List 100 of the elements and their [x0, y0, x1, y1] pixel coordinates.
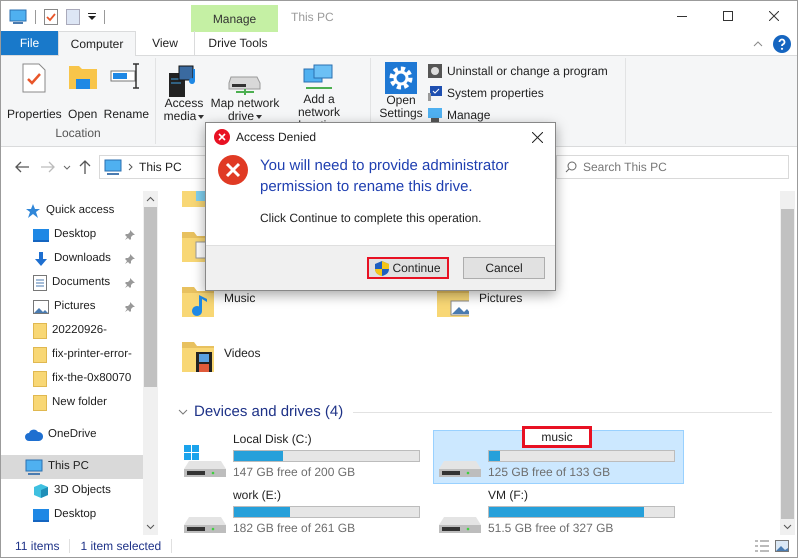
pin-icon [125, 230, 135, 240]
drive-icon [438, 516, 482, 532]
chevron-right-icon [128, 163, 133, 171]
back-arrow-icon[interactable] [15, 161, 29, 173]
free-space: 147 GB free of 200 GB [233, 464, 356, 480]
chevron-down-icon[interactable] [63, 164, 71, 170]
ribbon-tab[interactable]: Computer [58, 31, 136, 56]
folder-icon [33, 371, 47, 387]
ribbon-button[interactable]: Open Settings [379, 62, 423, 124]
nav-item[interactable]: Quick access [1, 199, 143, 223]
error-icon [218, 155, 248, 185]
ribbon-button[interactable]: Open [66, 63, 99, 123]
nav-item[interactable]: 3D Objects [1, 479, 143, 503]
pin-icon [125, 302, 135, 312]
cube-icon [33, 483, 49, 499]
windows-drive-icon [183, 444, 227, 476]
drive-name: Local Disk (C:) [233, 430, 313, 448]
computer-icon [9, 8, 27, 24]
scrollbar[interactable] [780, 191, 795, 535]
nav-item[interactable]: Documents [1, 271, 143, 295]
nav-item[interactable]: Pictures [1, 295, 143, 319]
help-icon[interactable] [773, 34, 791, 52]
drive-tile[interactable]: work (E:) 182 GB free of 261 GB [178, 486, 429, 535]
free-space: 125 GB free of 133 GB [488, 464, 612, 480]
star-icon [25, 203, 41, 219]
computer-manage-icon [427, 107, 443, 123]
search-field[interactable]: Search This PC [556, 155, 789, 179]
checkmark-page-icon[interactable] [44, 8, 58, 24]
ribbon-button[interactable]: Uninstall or change a program [427, 62, 608, 80]
drive-tile[interactable]: VM (F:) 51.5 GB free of 327 GB [433, 486, 684, 535]
caret-icon [198, 114, 204, 119]
folder-name[interactable]: Music [224, 287, 256, 307]
drive-icon [438, 460, 482, 476]
collapse-ribbon-icon[interactable] [753, 40, 763, 46]
document-icon [33, 275, 47, 291]
down-arrow-icon [33, 251, 49, 267]
checkmark-page-icon [20, 63, 48, 93]
ribbon-button[interactable]: Manage [427, 106, 608, 124]
dialog-message: Click Continue to complete this operation. [260, 210, 482, 227]
context-tab-header: Manage [191, 5, 278, 32]
scroll-up-icon[interactable] [146, 196, 155, 202]
pin-icon [125, 254, 135, 264]
folder-icon [33, 347, 47, 363]
folder-name[interactable]: Videos [224, 342, 260, 362]
free-space: 182 GB free of 261 GB [233, 520, 356, 535]
ribbon-button[interactable]: Access media [162, 63, 206, 125]
scroll-down-icon[interactable] [783, 524, 792, 530]
close-icon [532, 132, 542, 142]
window-title: This PC [291, 8, 334, 26]
folder-icon [182, 342, 214, 372]
group-label: Location [54, 125, 102, 142]
nav-item[interactable]: Downloads [1, 247, 143, 271]
ribbon-button[interactable]: Map network drive [210, 63, 280, 125]
pin-icon [125, 278, 135, 288]
nav-item[interactable]: New folder [1, 391, 143, 415]
ribbon-tab[interactable]: View [136, 31, 194, 55]
free-space: 51.5 GB free of 327 GB [488, 520, 614, 535]
folder-icon [33, 323, 47, 339]
caret-icon [256, 114, 262, 119]
ribbon-tab[interactable]: Drive Tools [194, 31, 281, 55]
up-arrow-icon[interactable] [79, 160, 91, 174]
dialog-heading: You will need to provide administrator permission to rename this drive. [260, 156, 510, 197]
folder-name[interactable]: Pictures [479, 287, 522, 307]
ribbon-button[interactable]: System properties [427, 84, 608, 102]
drive-name: VM (F:) [488, 486, 529, 504]
cloud-icon [25, 429, 43, 441]
maximize-icon [723, 11, 733, 21]
folder-icon [33, 395, 47, 411]
chevron-down-icon[interactable] [178, 409, 188, 416]
continue-button[interactable]: Continue [367, 257, 449, 279]
nav-item[interactable]: Desktop [1, 223, 143, 247]
details-view-icon[interactable] [755, 540, 769, 552]
scrollbar[interactable] [143, 191, 158, 535]
error-icon [214, 129, 230, 145]
nav-item[interactable]: fix-printer-error- [1, 343, 143, 367]
nav-item[interactable]: 20220926- [1, 319, 143, 343]
scroll-down-icon[interactable] [146, 524, 155, 530]
search-icon [565, 161, 577, 173]
disc-box-icon [427, 63, 443, 79]
dialog-title: Access Denied [236, 129, 316, 146]
selection-count: 1 item selected [80, 538, 162, 555]
nav-item[interactable]: OneDrive [1, 423, 143, 447]
nav-item[interactable]: Desktop [1, 503, 143, 527]
desktop-icon [33, 508, 49, 522]
customize-icon[interactable] [88, 12, 96, 20]
nav-item[interactable]: This PC [1, 455, 143, 479]
ribbon-tab[interactable]: File [1, 31, 58, 55]
nav-item[interactable]: fix-the-0x80070 [1, 367, 143, 391]
rename-field[interactable]: music [522, 426, 592, 448]
drive-tile[interactable]: Local Disk (C:) 147 GB free of 200 GB [178, 430, 429, 484]
ribbon-button[interactable]: Properties [6, 63, 63, 123]
monitor-check-icon [427, 85, 443, 101]
tiles-view-icon[interactable] [775, 540, 789, 552]
breadcrumb[interactable]: This PC [139, 158, 182, 176]
computer-icon [104, 159, 122, 175]
item-count: 11 items [15, 538, 60, 555]
picture-icon [33, 300, 49, 314]
ribbon-button[interactable]: Rename [102, 63, 150, 123]
cancel-button[interactable]: Cancel [463, 257, 545, 279]
drive-icon [183, 516, 227, 532]
